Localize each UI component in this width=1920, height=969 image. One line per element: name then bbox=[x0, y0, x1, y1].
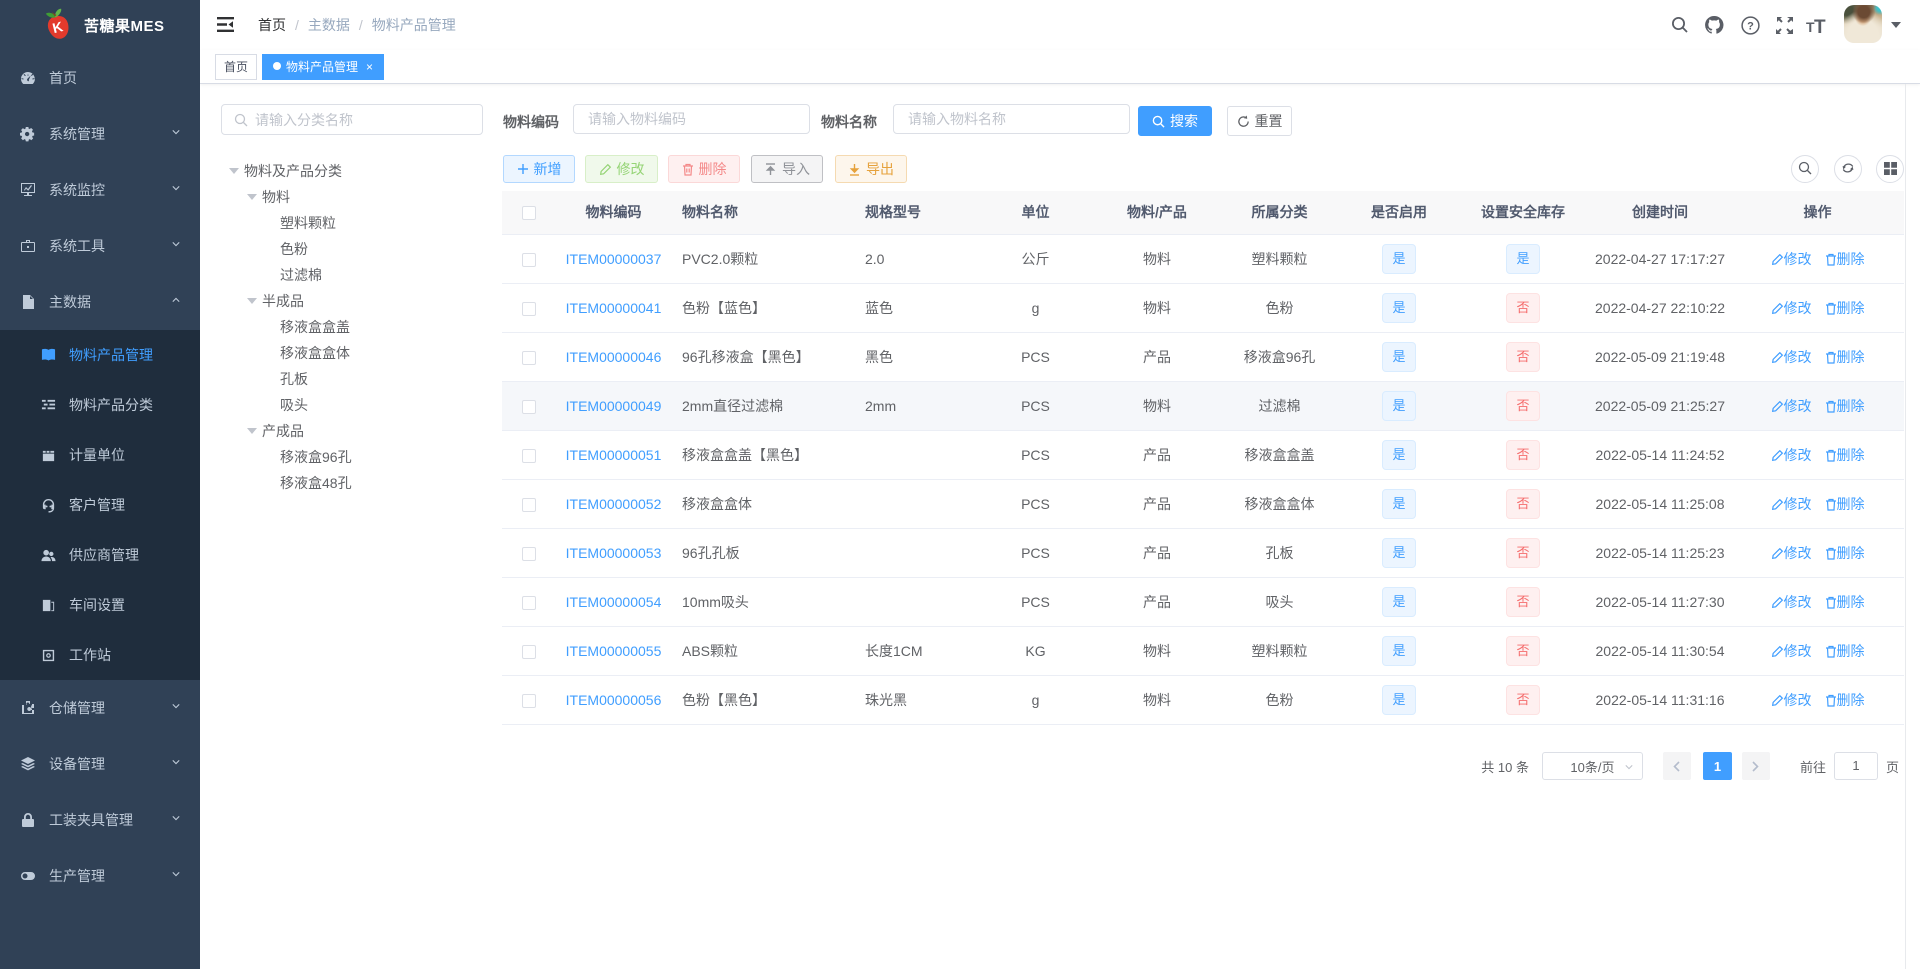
svg-text:T: T bbox=[1814, 17, 1826, 34]
svg-text:?: ? bbox=[1747, 20, 1754, 32]
